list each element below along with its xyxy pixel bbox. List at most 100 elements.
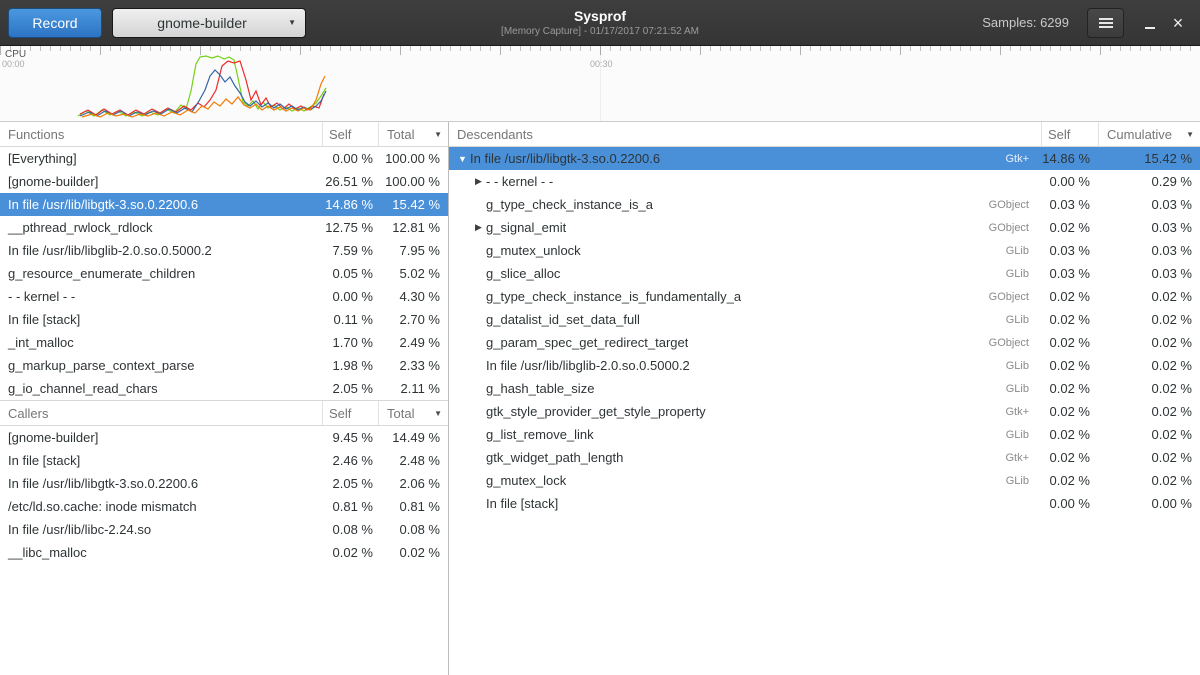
column-header-callers[interactable]: Callers — [0, 401, 322, 425]
cumulative-value: 0.02 % — [1098, 312, 1200, 327]
table-row[interactable]: __libc_malloc0.02 %0.02 % — [0, 541, 448, 564]
self-value: 0.05 % — [322, 266, 378, 281]
total-value: 0.08 % — [378, 522, 448, 537]
process-selector-dropdown[interactable]: gnome-builder ▼ — [112, 8, 306, 38]
function-name: In file [stack] — [0, 453, 322, 468]
self-value: 0.00 % — [322, 151, 378, 166]
table-row[interactable]: In file [stack]2.46 %2.48 % — [0, 449, 448, 472]
descendants-header-row: Descendants Self Cumulative ▼ — [449, 122, 1200, 147]
timeline-mid-label: 00:30 — [590, 59, 613, 69]
tree-row[interactable]: g_datalist_id_set_data_fullGLib0.02 %0.0… — [449, 308, 1200, 331]
column-header-self[interactable]: Self — [1041, 122, 1098, 146]
function-name: In file /usr/lib/libglib-2.0.so.0.5000.2 — [486, 358, 690, 373]
table-row[interactable]: g_io_channel_read_chars2.05 %2.11 % — [0, 377, 448, 400]
function-name: In file /usr/lib/libc-2.24.so — [0, 522, 322, 537]
tree-row[interactable]: gtk_widget_path_lengthGtk+0.02 %0.02 % — [449, 446, 1200, 469]
table-row[interactable]: In file /usr/lib/libgtk-3.so.0.2200.62.0… — [0, 472, 448, 495]
tree-row[interactable]: ▶g_signal_emitGObject0.02 %0.03 % — [449, 216, 1200, 239]
table-row[interactable]: __pthread_rwlock_rdlock12.75 %12.81 % — [0, 216, 448, 239]
self-value: 14.86 % — [322, 197, 378, 212]
column-header-cumulative[interactable]: Cumulative ▼ — [1098, 122, 1200, 146]
hamburger-icon — [1099, 22, 1113, 24]
table-row[interactable]: g_resource_enumerate_children0.05 %5.02 … — [0, 262, 448, 285]
tree-row[interactable]: g_param_spec_get_redirect_targetGObject0… — [449, 331, 1200, 354]
total-value: 2.06 % — [378, 476, 448, 491]
expand-icon[interactable]: ▶ — [471, 222, 486, 233]
tree-row[interactable]: In file [stack]0.00 %0.00 % — [449, 492, 1200, 515]
table-row[interactable]: /etc/ld.so.cache: inode mismatch0.81 %0.… — [0, 495, 448, 518]
self-value: 7.59 % — [322, 243, 378, 258]
tree-row[interactable]: gtk_style_provider_get_style_propertyGtk… — [449, 400, 1200, 423]
library-badge: GObject — [979, 199, 1041, 211]
title-block: Sysprof [Memory Capture] - 01/17/2017 07… — [320, 0, 880, 46]
self-value: 12.75 % — [322, 220, 378, 235]
library-badge: GLib — [996, 314, 1041, 326]
self-value: 1.70 % — [322, 335, 378, 350]
menu-button[interactable] — [1087, 8, 1124, 38]
self-value: 0.02 % — [322, 545, 378, 560]
total-value: 14.49 % — [378, 430, 448, 445]
function-name: g_type_check_instance_is_fundamentally_a — [486, 289, 741, 304]
table-row[interactable]: _int_malloc1.70 %2.49 % — [0, 331, 448, 354]
table-row[interactable]: [gnome-builder]9.45 %14.49 % — [0, 426, 448, 449]
tree-row[interactable]: g_list_remove_linkGLib0.02 %0.02 % — [449, 423, 1200, 446]
table-row[interactable]: In file /usr/lib/libgtk-3.so.0.2200.614.… — [0, 193, 448, 216]
total-value: 2.33 % — [378, 358, 448, 373]
record-button[interactable]: Record — [8, 8, 102, 38]
tree-row[interactable]: g_mutex_lockGLib0.02 %0.02 % — [449, 469, 1200, 492]
tree-row[interactable]: g_slice_allocGLib0.03 %0.03 % — [449, 262, 1200, 285]
cumulative-value: 0.02 % — [1098, 404, 1200, 419]
sort-arrow-icon: ▼ — [1186, 130, 1194, 139]
minimize-button[interactable] — [1136, 9, 1164, 37]
collapse-icon[interactable]: ▼ — [455, 154, 470, 164]
total-value: 2.70 % — [378, 312, 448, 327]
tree-row[interactable]: ▼In file /usr/lib/libgtk-3.so.0.2200.6Gt… — [449, 147, 1200, 170]
self-value: 0.02 % — [1041, 289, 1098, 304]
tree-row[interactable]: ▶- - kernel - -0.00 %0.29 % — [449, 170, 1200, 193]
functions-section: Functions Self Total ▼ [Everything]0.00 … — [0, 122, 448, 400]
function-name: gtk_style_provider_get_style_property — [486, 404, 706, 419]
column-header-total[interactable]: Total ▼ — [378, 122, 448, 146]
function-name: [gnome-builder] — [0, 174, 322, 189]
total-value: 0.02 % — [378, 545, 448, 560]
tree-row[interactable]: g_hash_table_sizeGLib0.02 %0.02 % — [449, 377, 1200, 400]
column-header-cumulative-label: Cumulative — [1107, 127, 1172, 142]
cpu-timeline[interactable]: CPU 00:00 00:30 — [0, 46, 1200, 122]
tree-row[interactable]: g_type_check_instance_is_aGObject0.03 %0… — [449, 193, 1200, 216]
table-row[interactable]: In file [stack]0.11 %2.70 % — [0, 308, 448, 331]
tree-row[interactable]: g_type_check_instance_is_fundamentally_a… — [449, 285, 1200, 308]
total-value: 2.49 % — [378, 335, 448, 350]
column-header-total[interactable]: Total ▼ — [378, 401, 448, 425]
total-value: 100.00 % — [378, 174, 448, 189]
self-value: 0.02 % — [1041, 450, 1098, 465]
tree-row[interactable]: In file /usr/lib/libglib-2.0.so.0.5000.2… — [449, 354, 1200, 377]
tree-cell-name: ▼In file /usr/lib/libgtk-3.so.0.2200.6Gt… — [449, 151, 1041, 166]
tree-cell-name: g_type_check_instance_is_fundamentally_a… — [449, 289, 1041, 304]
table-row[interactable]: - - kernel - -0.00 %4.30 % — [0, 285, 448, 308]
table-row[interactable]: In file /usr/lib/libglib-2.0.so.0.5000.2… — [0, 239, 448, 262]
column-header-self[interactable]: Self — [322, 122, 378, 146]
function-name: g_markup_parse_context_parse — [0, 358, 322, 373]
self-value: 0.00 % — [1041, 496, 1098, 511]
self-value: 0.02 % — [1041, 381, 1098, 396]
table-row[interactable]: [Everything]0.00 %100.00 % — [0, 147, 448, 170]
timeline-start-label: 00:00 — [2, 59, 25, 69]
self-value: 0.00 % — [322, 289, 378, 304]
tree-row[interactable]: g_mutex_unlockGLib0.03 %0.03 % — [449, 239, 1200, 262]
table-row[interactable]: g_markup_parse_context_parse1.98 %2.33 % — [0, 354, 448, 377]
expand-icon[interactable]: ▶ — [471, 176, 486, 187]
table-row[interactable]: [gnome-builder]26.51 %100.00 % — [0, 170, 448, 193]
library-badge: GLib — [996, 429, 1041, 441]
column-header-functions[interactable]: Functions — [0, 122, 322, 146]
close-button[interactable]: × — [1164, 9, 1192, 37]
column-header-self[interactable]: Self — [322, 401, 378, 425]
tree-cell-name: ▶g_signal_emitGObject — [449, 220, 1041, 235]
cumulative-value: 0.02 % — [1098, 381, 1200, 396]
self-value: 14.86 % — [1041, 151, 1098, 166]
functions-header-row: Functions Self Total ▼ — [0, 122, 448, 147]
function-name: [Everything] — [0, 151, 322, 166]
column-header-descendants[interactable]: Descendants — [449, 122, 1041, 146]
table-row[interactable]: In file /usr/lib/libc-2.24.so0.08 %0.08 … — [0, 518, 448, 541]
function-name: gtk_widget_path_length — [486, 450, 623, 465]
tree-cell-name: In file /usr/lib/libglib-2.0.so.0.5000.2… — [449, 358, 1041, 373]
